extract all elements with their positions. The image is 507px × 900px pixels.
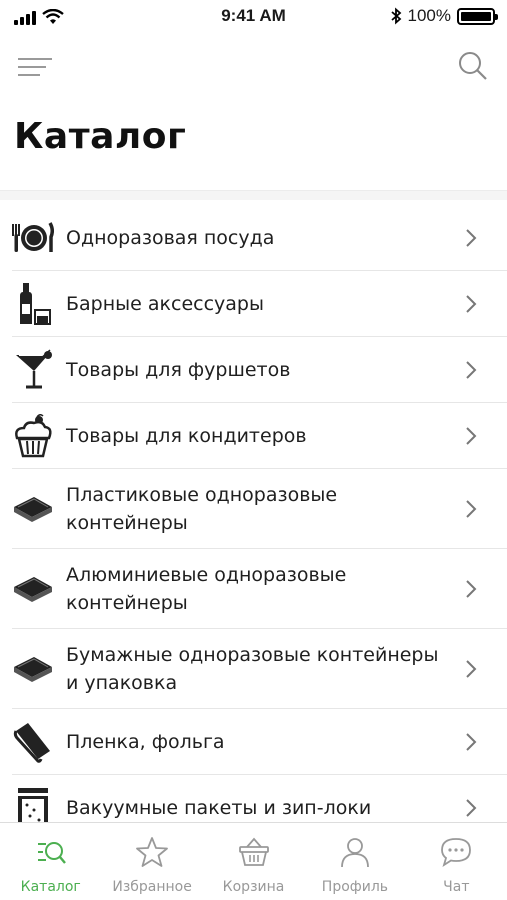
catalog-item-label: Бумажные одноразовые контейнеры и упаков… xyxy=(66,643,439,694)
catalog-item-label: Пленка, фольга xyxy=(66,730,225,753)
page-title: Каталог xyxy=(14,116,187,157)
catalog-item-label: Алюминиевые одноразовые контейнеры xyxy=(66,563,347,614)
bluetooth-icon xyxy=(390,7,401,25)
catalog-item-paper-containers[interactable]: Бумажные одноразовые контейнеры и упаков… xyxy=(12,629,507,709)
catalog-item-buffet-supplies[interactable]: Товары для фуршетов xyxy=(12,337,507,403)
battery-percent: 100% xyxy=(407,6,451,25)
status-bar: 9:41 AM 100% xyxy=(0,0,507,34)
chevron-right-icon xyxy=(466,659,477,678)
search-icon[interactable] xyxy=(457,50,489,82)
tab-label: Каталог xyxy=(20,879,81,895)
cocktail-icon xyxy=(12,348,54,391)
catalog-item-aluminum-containers[interactable]: Алюминиевые одноразовые контейнеры xyxy=(12,549,507,629)
chevron-right-icon xyxy=(466,426,477,445)
catalog-item-label: Вакуумные пакеты и зип-локи xyxy=(66,797,372,819)
plate-cutlery-icon xyxy=(12,217,54,259)
tab-profile[interactable]: Профиль xyxy=(304,823,405,900)
tab-bar: Каталог Избранное Корзина Профиль Чат xyxy=(0,822,507,900)
chevron-right-icon xyxy=(466,799,477,817)
container-icon xyxy=(12,488,54,530)
bottle-glass-icon xyxy=(12,282,54,325)
container-icon xyxy=(12,648,54,690)
chevron-right-icon xyxy=(466,499,477,518)
catalog-list: Одноразовая посуда Барные аксессуары Тов… xyxy=(0,205,507,841)
catalog-item-confectioners[interactable]: Товары для кондитеров xyxy=(12,403,507,469)
star-icon xyxy=(136,837,169,867)
catalog-item-label: Товары для кондитеров xyxy=(66,424,307,447)
tab-label: Корзина xyxy=(222,879,285,895)
cupcake-icon xyxy=(12,413,54,457)
chevron-right-icon xyxy=(466,360,477,379)
tab-label: Избранное xyxy=(112,879,192,895)
chat-bubble-icon xyxy=(441,838,472,868)
nav-bar xyxy=(0,44,507,90)
catalog-item-label: Товары для фуршетов xyxy=(66,358,291,381)
person-icon xyxy=(341,838,369,868)
catalog-item-film-foil[interactable]: Пленка, фольга xyxy=(12,709,507,775)
catalog-item-disposable-tableware[interactable]: Одноразовая посуда xyxy=(12,205,507,271)
catalog-item-label: Пластиковые одноразовые контейнеры xyxy=(66,483,338,534)
status-right: 100% xyxy=(390,6,498,26)
tab-label: Профиль xyxy=(321,879,389,895)
catalog-item-bar-accessories[interactable]: Барные аксессуары xyxy=(12,271,507,337)
tab-cart[interactable]: Корзина xyxy=(203,823,304,900)
tab-chat[interactable]: Чат xyxy=(406,823,507,900)
chevron-right-icon xyxy=(466,732,477,751)
hamburger-menu-icon[interactable] xyxy=(16,52,54,82)
chevron-right-icon xyxy=(466,228,477,247)
battery-icon xyxy=(457,7,498,25)
chevron-right-icon xyxy=(466,579,477,598)
catalog-item-label: Барные аксессуары xyxy=(66,292,264,315)
container-icon xyxy=(12,568,54,610)
foil-roll-icon xyxy=(12,721,54,763)
tab-catalog[interactable]: Каталог xyxy=(0,823,101,900)
tab-favorites[interactable]: Избранное xyxy=(101,823,202,900)
catalog-item-plastic-containers[interactable]: Пластиковые одноразовые контейнеры xyxy=(12,469,507,549)
catalog-search-icon xyxy=(37,842,66,864)
tab-label: Чат xyxy=(443,879,470,895)
catalog-item-label: Одноразовая посуда xyxy=(66,226,275,249)
basket-icon xyxy=(238,837,269,866)
chevron-right-icon xyxy=(466,294,477,313)
section-divider xyxy=(0,190,507,200)
